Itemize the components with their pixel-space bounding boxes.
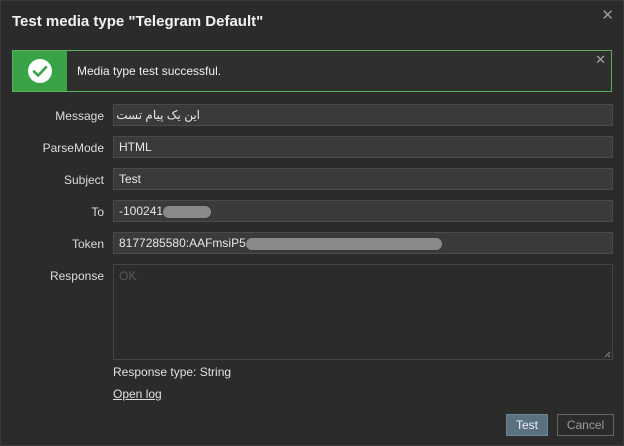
token-label: Token [71, 237, 104, 251]
dialog-close-icon[interactable]: ✕ [601, 6, 614, 24]
token-input[interactable]: 8177285580:AAFmsiP5 [113, 232, 613, 254]
message-input-text: این یک پیام تست است. [114, 108, 200, 122]
redaction-mark [245, 237, 442, 250]
message-label: Message [55, 109, 104, 123]
to-label: To [91, 205, 104, 219]
resize-grip-icon[interactable] [604, 351, 611, 358]
open-log-link[interactable]: Open log [113, 387, 162, 401]
test-button[interactable]: Test [506, 414, 548, 436]
dialog-title: Test media type "Telegram Default" [12, 13, 264, 30]
redaction-mark [163, 205, 212, 218]
alert-icon-box [13, 51, 67, 91]
alert-close-icon[interactable]: ✕ [595, 52, 606, 68]
to-input-text: -100241 [119, 204, 164, 218]
cancel-button[interactable]: Cancel [557, 414, 614, 436]
alert-message: Media type test successful. [77, 64, 222, 78]
success-alert: Media type test successful. ✕ [12, 50, 612, 92]
token-input-text: 8177285580:AAFmsiP5 [119, 236, 246, 250]
parsemode-label: ParseMode [42, 141, 104, 155]
subject-input[interactable]: Test [113, 168, 613, 190]
message-input[interactable]: این یک پیام تست است. [113, 104, 613, 126]
response-type-text: Response type: String [113, 365, 232, 379]
test-media-type-dialog: Test media type "Telegram Default" ✕ Med… [0, 0, 624, 446]
response-label: Response [49, 269, 104, 283]
check-circle-icon [28, 59, 52, 83]
to-input[interactable]: -100241 [113, 200, 613, 222]
response-text: OK [119, 269, 137, 283]
subject-label: Subject [63, 173, 104, 187]
response-textarea[interactable]: OK [113, 264, 613, 360]
parsemode-input[interactable]: HTML [113, 136, 613, 158]
